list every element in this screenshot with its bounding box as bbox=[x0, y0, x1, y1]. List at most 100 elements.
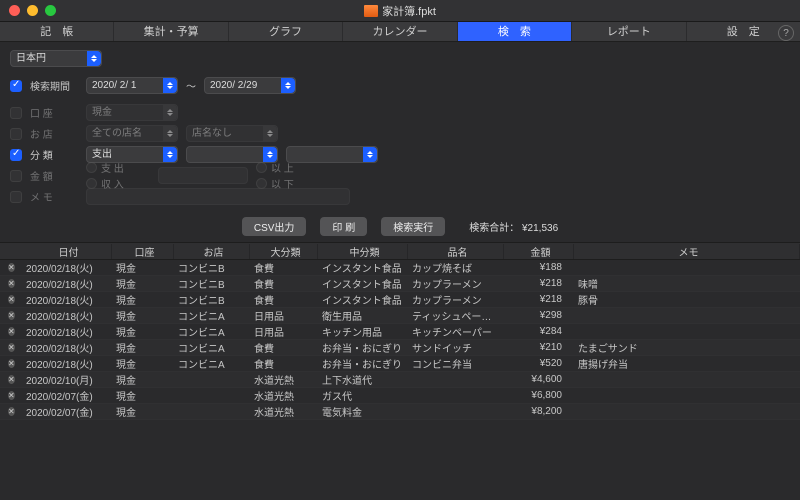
tab-report[interactable]: レポート bbox=[572, 22, 686, 41]
cell-memo: 味噌 bbox=[574, 276, 800, 291]
table-row[interactable]: ✕2020/02/18(火)現金コンビニA食費お弁当・おにぎりサンドイッチ¥21… bbox=[0, 340, 800, 356]
table-row[interactable]: ✕2020/02/18(火)現金コンビニB食費インスタント食品カップラーメン¥2… bbox=[0, 276, 800, 292]
cell-account: 現金 bbox=[112, 372, 174, 387]
table-row[interactable]: ✕2020/02/18(火)現金コンビニB食費インスタント食品カップラーメン¥2… bbox=[0, 292, 800, 308]
table-body[interactable]: ✕2020/02/18(火)現金コンビニB食費インスタント食品カップ焼そば¥18… bbox=[0, 260, 800, 466]
delete-icon[interactable]: ✕ bbox=[8, 295, 15, 304]
action-row: CSV出力 印 刷 検索実行 検索合計： ¥21,536 bbox=[0, 217, 800, 236]
radio-gte[interactable] bbox=[256, 162, 267, 173]
cell-date: 2020/02/18(火) bbox=[22, 276, 112, 291]
cell-cat: 水道光熱 bbox=[250, 388, 318, 403]
tab-summary[interactable]: 集計・予算 bbox=[114, 22, 228, 41]
delete-icon[interactable]: ✕ bbox=[8, 343, 15, 352]
account-checkbox[interactable] bbox=[10, 107, 22, 119]
table-row[interactable]: ✕2020/02/18(火)現金コンビニA日用品キッチン用品キッチンペーパー¥2… bbox=[0, 324, 800, 340]
close-icon[interactable] bbox=[9, 5, 20, 16]
col-cat[interactable]: 大分類 bbox=[250, 244, 318, 259]
cell-amount: ¥4,600 bbox=[504, 374, 574, 385]
cell-cat: 食費 bbox=[250, 340, 318, 355]
tab-ledger[interactable]: 記 帳 bbox=[0, 22, 114, 41]
delete-icon[interactable]: ✕ bbox=[8, 279, 15, 288]
cell-date: 2020/02/18(火) bbox=[22, 356, 112, 371]
table-row[interactable]: ✕2020/02/10(月)現金水道光熱上下水道代¥4,600 bbox=[0, 372, 800, 388]
shop-select[interactable]: 全ての店名 bbox=[86, 125, 178, 142]
help-icon[interactable]: ? bbox=[778, 25, 794, 41]
delete-icon[interactable]: ✕ bbox=[8, 263, 15, 272]
cell-date: 2020/02/07(金) bbox=[22, 404, 112, 419]
tab-search[interactable]: 検 索 bbox=[458, 22, 572, 41]
shop-checkbox[interactable] bbox=[10, 128, 22, 140]
titlebar: 家計簿.fpkt bbox=[0, 0, 800, 22]
date-to-input[interactable]: 2020/ 2/29 bbox=[204, 77, 296, 94]
memo-input[interactable] bbox=[86, 188, 350, 205]
cell-sub: ガス代 bbox=[318, 388, 408, 403]
chevron-updown-icon bbox=[163, 147, 177, 162]
currency-select[interactable]: 日本円 bbox=[10, 50, 102, 67]
search-form: 日本円 検索期間 2020/ 2/ 1 〜 2020/ 2/29 口 座 現金 … bbox=[0, 42, 800, 209]
total-value: ¥21,536 bbox=[522, 223, 558, 234]
delete-icon[interactable]: ✕ bbox=[8, 311, 15, 320]
category-checkbox[interactable] bbox=[10, 149, 22, 161]
cell-account: 現金 bbox=[112, 292, 174, 307]
delete-icon[interactable]: ✕ bbox=[8, 327, 15, 336]
period-checkbox[interactable] bbox=[10, 80, 22, 92]
cell-amount: ¥8,200 bbox=[504, 406, 574, 417]
col-shop[interactable]: お店 bbox=[174, 244, 250, 259]
amount-checkbox[interactable] bbox=[10, 170, 22, 182]
maximize-icon[interactable] bbox=[45, 5, 56, 16]
col-item[interactable]: 品名 bbox=[408, 244, 504, 259]
minimize-icon[interactable] bbox=[27, 5, 38, 16]
cell-account: 現金 bbox=[112, 260, 174, 275]
account-value: 現金 bbox=[92, 105, 130, 120]
window-title: 家計簿.fpkt bbox=[0, 3, 800, 19]
table-row[interactable]: ✕2020/02/07(金)現金水道光熱電気料金¥8,200 bbox=[0, 404, 800, 420]
cell-item: カップ焼そば bbox=[408, 260, 504, 275]
delete-icon[interactable]: ✕ bbox=[8, 407, 15, 416]
cell-cat: 食費 bbox=[250, 356, 318, 371]
cell-sub: 上下水道代 bbox=[318, 372, 408, 387]
shop-select-2[interactable]: 店名なし bbox=[186, 125, 278, 142]
table-row[interactable]: ✕2020/02/18(火)現金コンビニB食費インスタント食品カップ焼そば¥18… bbox=[0, 260, 800, 276]
memo-checkbox[interactable] bbox=[10, 191, 22, 203]
cell-sub: お弁当・おにぎり bbox=[318, 356, 408, 371]
memo-label: メ モ bbox=[30, 189, 78, 204]
cell-sub: インスタント食品 bbox=[318, 276, 408, 291]
cell-account: 現金 bbox=[112, 388, 174, 403]
date-from-input[interactable]: 2020/ 2/ 1 bbox=[86, 77, 178, 94]
date-to-value: 2020/ 2/29 bbox=[210, 78, 257, 93]
cell-shop: コンビニB bbox=[174, 276, 250, 291]
cell-account: 現金 bbox=[112, 404, 174, 419]
delete-icon[interactable]: ✕ bbox=[8, 359, 15, 368]
tab-graph[interactable]: グラフ bbox=[229, 22, 343, 41]
cell-cat: 日用品 bbox=[250, 324, 318, 339]
cell-amount: ¥188 bbox=[504, 262, 574, 273]
col-date[interactable]: 日付 bbox=[22, 244, 112, 259]
amount-input[interactable] bbox=[158, 167, 248, 184]
table-row[interactable]: ✕ 2020/02/07(金)現金 水道光熱ガス代 ¥6,800 bbox=[0, 388, 800, 404]
table-row[interactable]: ✕2020/02/18(火)現金コンビニA日用品衛生用品ティッシュペー…¥298 bbox=[0, 308, 800, 324]
cell-date: 2020/02/07(金) bbox=[22, 388, 112, 403]
tab-calendar[interactable]: カレンダー bbox=[343, 22, 457, 41]
cell-date: 2020/02/18(火) bbox=[22, 340, 112, 355]
delete-icon[interactable]: ✕ bbox=[8, 375, 15, 384]
account-select[interactable]: 現金 bbox=[86, 104, 178, 121]
cell-item: カップラーメン bbox=[408, 292, 504, 307]
cell-shop: コンビニB bbox=[174, 260, 250, 275]
search-run-button[interactable]: 検索実行 bbox=[381, 217, 445, 236]
table-row[interactable]: ✕2020/02/18(火)現金コンビニA食費お弁当・おにぎりコンビニ弁当¥52… bbox=[0, 356, 800, 372]
cell-amount: ¥6,800 bbox=[504, 390, 574, 401]
cell-date: 2020/02/18(火) bbox=[22, 260, 112, 275]
csv-button[interactable]: CSV出力 bbox=[242, 217, 307, 236]
col-sub[interactable]: 中分類 bbox=[318, 244, 408, 259]
cell-amount: ¥284 bbox=[504, 326, 574, 337]
cell-amount: ¥520 bbox=[504, 358, 574, 369]
cell-shop: コンビニB bbox=[174, 292, 250, 307]
radio-expense[interactable] bbox=[86, 162, 97, 173]
col-memo[interactable]: メモ bbox=[574, 244, 800, 259]
cell-item: キッチンペーパー bbox=[408, 324, 504, 339]
title-text: 家計簿.fpkt bbox=[382, 3, 436, 19]
print-button[interactable]: 印 刷 bbox=[320, 217, 367, 236]
col-account[interactable]: 口座 bbox=[112, 244, 174, 259]
col-amount[interactable]: 金額 bbox=[504, 244, 574, 259]
delete-icon[interactable]: ✕ bbox=[8, 391, 15, 400]
